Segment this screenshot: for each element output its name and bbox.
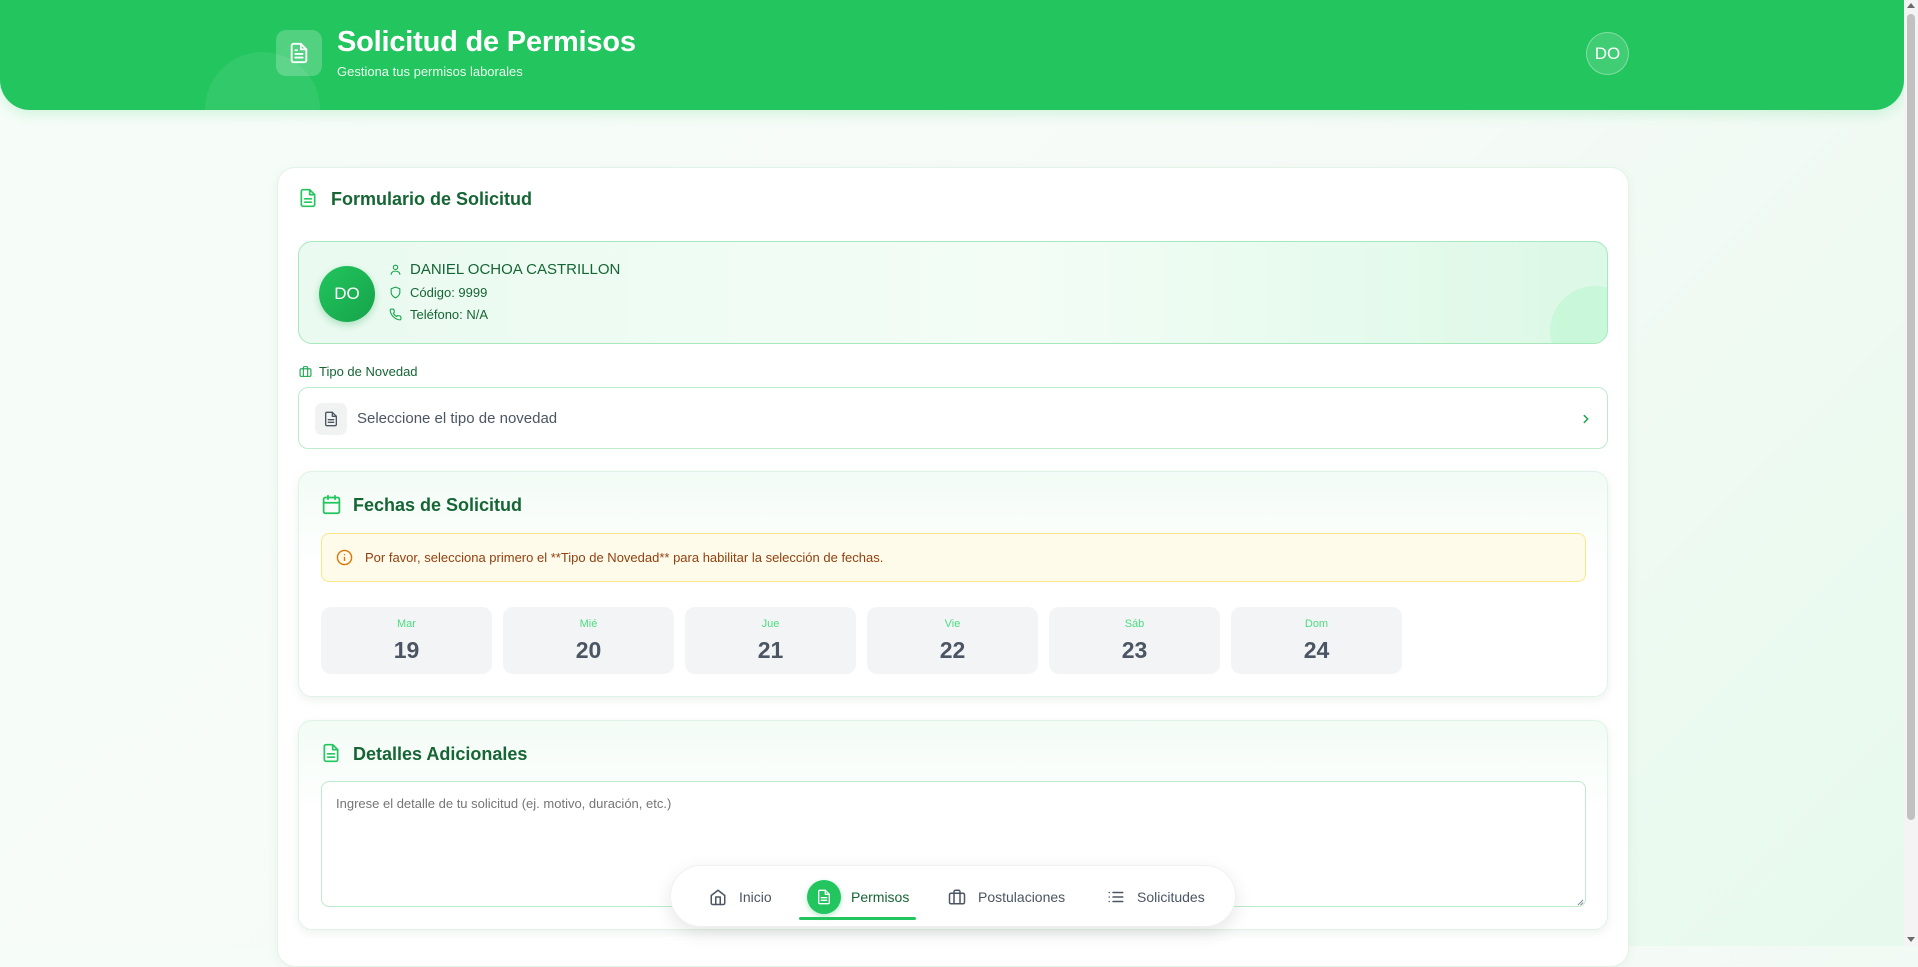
day-number: 22 [939,637,966,663]
novedad-select[interactable]: Seleccione el tipo de novedad [298,387,1608,449]
home-icon [709,888,727,906]
resize-handle-icon[interactable] [1577,899,1584,906]
page-subtitle: Gestiona tus permisos laborales [337,64,523,79]
nav-item-postulaciones[interactable]: Postulaciones [948,866,1065,928]
scrollbar-thumb[interactable] [1907,14,1915,820]
user-avatar-button[interactable]: DO [1586,32,1629,75]
document-icon [321,743,341,763]
user-info-card: DO DANIEL OCHOA CASTRILLON Código: 9999 … [298,241,1608,344]
day-name: Jue [761,618,780,630]
document-icon [807,880,841,914]
user-code-row: Código: 9999 [389,285,487,300]
nav-label: Postulaciones [978,889,1066,905]
scroll-down-icon[interactable] [1907,937,1915,942]
document-icon [298,188,318,208]
calendar-icon [321,494,342,515]
details-title: Detalles Adicionales [353,744,528,764]
day-number: 23 [1121,637,1148,663]
list-icon [1107,888,1125,906]
user-icon [389,263,402,276]
user-phone: Teléfono: N/A [410,307,489,322]
user-name-row: DANIEL OCHOA CASTRILLON [389,261,620,278]
user-code: Código: 9999 [410,285,488,300]
dates-alert: Por favor, selecciona primero el **Tipo … [321,533,1586,582]
bottom-nav: Inicio Permisos Postulaciones Solicitude… [670,865,1236,927]
nav-label: Solicitudes [1137,889,1205,905]
briefcase-icon [299,365,312,378]
document-icon [276,30,322,76]
user-phone-row: Teléfono: N/A [389,307,488,322]
dates-title: Fechas de Solicitud [353,495,523,515]
briefcase-icon [948,888,966,906]
avatar: DO [319,266,375,322]
day-name: Mar [397,618,416,630]
nav-item-inicio[interactable]: Inicio [709,866,772,928]
app-header: Solicitud de Permisos Gestiona tus permi… [0,0,1904,110]
day-name: Vie [944,618,961,630]
novedad-label-row: Tipo de Novedad [299,364,418,379]
day-cell[interactable]: Mar 19 [321,607,492,674]
day-number: 21 [757,637,784,663]
form-title: Formulario de Solicitud [331,189,533,209]
day-cell[interactable]: Dom 24 [1231,607,1402,674]
nav-item-solicitudes[interactable]: Solicitudes [1107,866,1205,928]
document-icon [315,403,347,435]
dates-panel: Fechas de Solicitud Por favor, seleccion… [298,471,1608,697]
day-number: 19 [393,637,420,663]
card-decoration [1550,286,1607,343]
info-icon [336,549,353,566]
novedad-placeholder: Seleccione el tipo de novedad [357,410,558,427]
page-scrollbar[interactable] [1904,0,1918,946]
active-indicator [799,917,916,920]
alert-text: Por favor, selecciona primero el **Tipo … [365,550,884,565]
chevron-right-icon [1579,412,1593,426]
novedad-label: Tipo de Novedad [319,364,418,379]
day-cell[interactable]: Jue 21 [685,607,856,674]
nav-label: Inicio [739,889,772,905]
shield-icon [389,286,402,299]
day-number: 24 [1303,637,1330,663]
scroll-up-icon[interactable] [1907,3,1915,8]
phone-icon [389,308,402,321]
day-name: Mié [579,618,598,630]
nav-label: Permisos [851,889,910,905]
day-cell[interactable]: Sáb 23 [1049,607,1220,674]
day-cell[interactable]: Mié 20 [503,607,674,674]
day-name: Dom [1304,618,1329,630]
page-title: Solicitud de Permisos [337,26,636,58]
request-form-card: Formulario de Solicitud DO DANIEL OCHOA … [277,167,1629,967]
day-number: 20 [575,637,602,663]
day-cell[interactable]: Vie 22 [867,607,1038,674]
day-name: Sáb [1124,618,1145,630]
user-name: DANIEL OCHOA CASTRILLON [410,261,621,278]
